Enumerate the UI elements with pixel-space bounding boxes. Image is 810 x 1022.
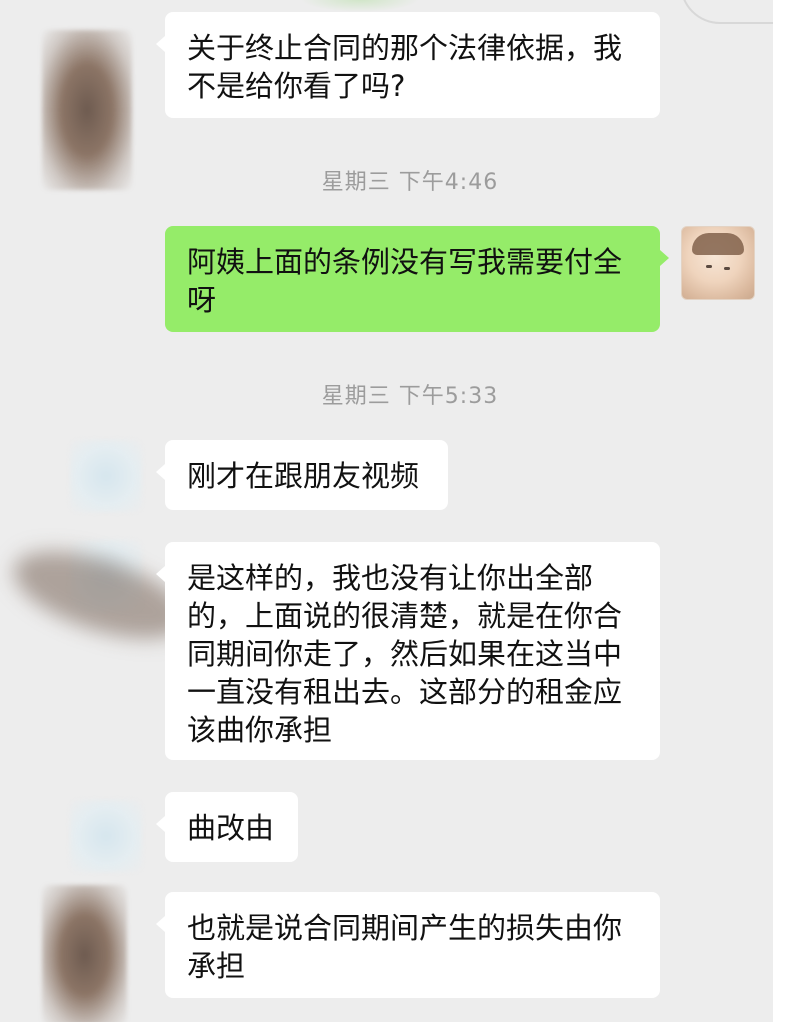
contact-avatar-icon[interactable] <box>42 885 127 1022</box>
avatar-eye <box>706 265 712 268</box>
incoming-message-bubble[interactable]: 是这样的，我也没有让你出全部 的，上面说的很清楚，就是在你合 同期间你走了，然后… <box>156 542 660 760</box>
incoming-message-bubble[interactable]: 关于终止合同的那个法律依据，我 不是给你看了吗? <box>156 12 660 118</box>
decorative-blur <box>300 0 420 12</box>
contact-avatar-icon[interactable] <box>70 800 142 872</box>
self-avatar-icon[interactable] <box>681 226 755 300</box>
incoming-message-bubble[interactable]: 曲改由 <box>156 792 298 862</box>
message-timestamp: 星期三 下午4:46 <box>321 170 499 195</box>
contact-avatar-icon[interactable] <box>70 440 142 512</box>
right-margin <box>773 0 810 1022</box>
outgoing-message-bubble[interactable]: 阿姨上面的条例没有写我需要付全 呀 <box>165 226 669 332</box>
incoming-message-bubble[interactable]: 刚才在跟朋友视频 <box>156 440 448 510</box>
avatar-eye <box>724 267 730 270</box>
window-corner <box>680 0 773 24</box>
message-timestamp: 星期三 下午5:33 <box>321 384 499 409</box>
chat-area[interactable]: 关于终止合同的那个法律依据，我 不是给你看了吗? 星期三 下午4:46 阿姨上面… <box>0 0 773 1022</box>
incoming-message-bubble[interactable]: 也就是说合同期间产生的损失由你 承担 <box>156 892 660 998</box>
avatar-hair <box>692 233 744 255</box>
